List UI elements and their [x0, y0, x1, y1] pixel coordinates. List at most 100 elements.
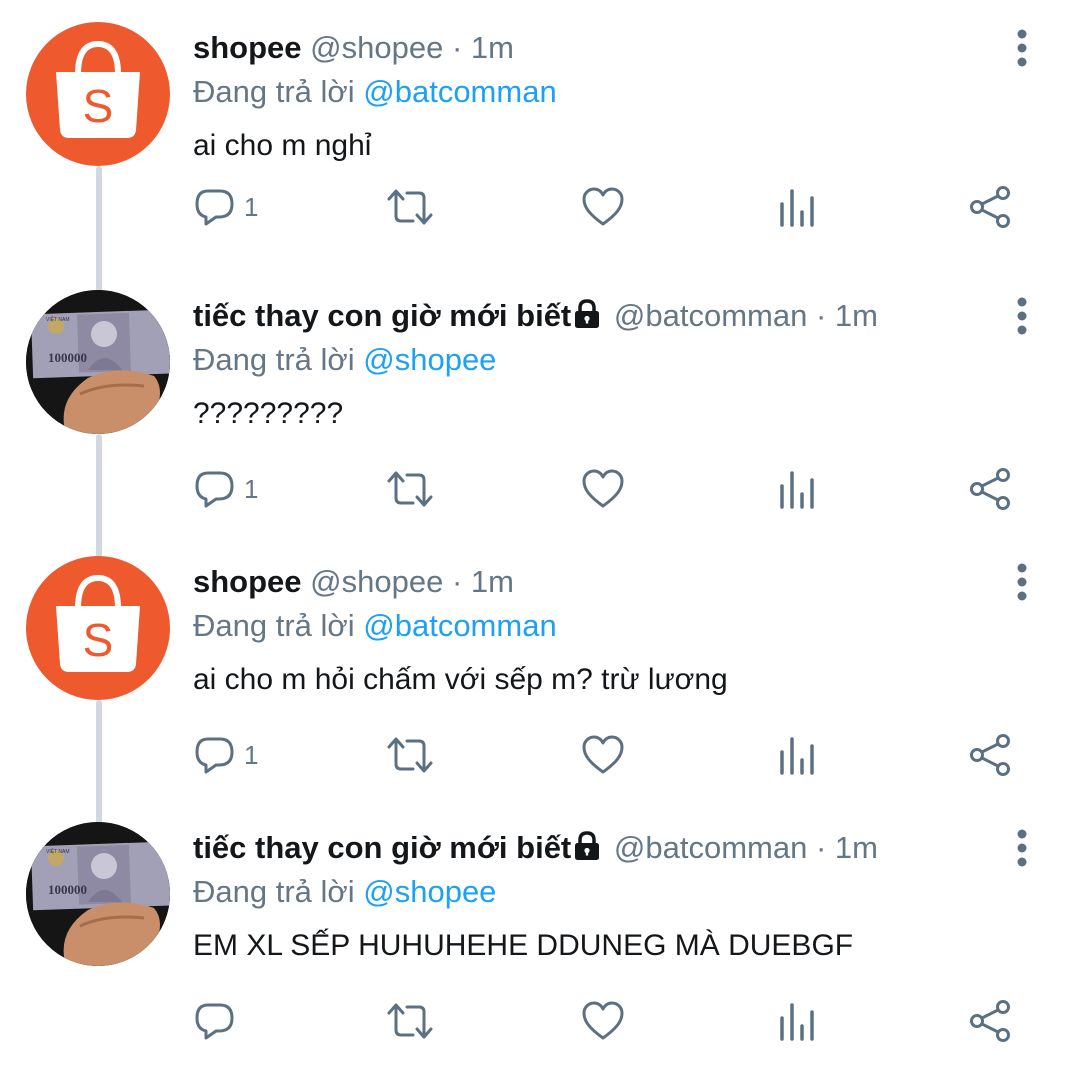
reply-button[interactable]: 1 [194, 182, 258, 232]
banknote-photo-icon: 100000 VIỆT NAM [26, 822, 170, 966]
like-button[interactable] [581, 730, 625, 780]
tweet-text: ai cho m hỏi chấm với sếp m? trừ lương [193, 663, 728, 696]
share-icon [970, 468, 1010, 510]
tweet-header: shopee @shopee · 1m [193, 562, 514, 602]
avatar[interactable]: 100000 VIỆT NAM [26, 290, 170, 434]
tweet-actions: 1 [0, 464, 1080, 514]
avatar[interactable]: 100000 VIỆT NAM [26, 822, 170, 966]
like-button[interactable] [581, 996, 625, 1046]
retweet-icon [387, 1003, 433, 1039]
reply-handle-link[interactable]: @shopee [363, 874, 496, 909]
like-button[interactable] [581, 464, 625, 514]
tweet-text: EM XL SẾP HUHUHEHE DDUNEG MÀ DUEBGF [193, 929, 854, 962]
separator-dot: · [815, 830, 827, 865]
replying-to: Đang trả lời @shopee [193, 872, 496, 912]
avatar[interactable]: S [26, 22, 170, 166]
replying-to-label: Đang trả lời [193, 874, 355, 909]
reply-count: 1 [244, 473, 259, 504]
analytics-button[interactable] [776, 182, 818, 232]
share-icon [970, 1000, 1010, 1042]
user-handle[interactable]: @shopee [310, 564, 443, 599]
reply-count: 1 [244, 739, 259, 770]
share-button[interactable] [969, 182, 1013, 232]
reply-icon [195, 737, 234, 774]
user-handle[interactable]: @batcomman [614, 830, 807, 865]
retweet-icon [387, 737, 433, 773]
tweet-header: tiếc thay con giờ mới biết @batcomman · … [193, 296, 878, 339]
more-icon [1017, 29, 1027, 67]
like-icon [582, 735, 624, 774]
timestamp[interactable]: 1m [471, 564, 514, 599]
tweet[interactable]: S shopee @shopee · 1m Đang trả lời @batc… [0, 534, 1080, 802]
lock-icon [573, 831, 601, 871]
more-button[interactable] [1004, 296, 1040, 336]
reply-icon [195, 189, 234, 226]
user-handle[interactable]: @shopee [310, 30, 443, 65]
share-button[interactable] [969, 996, 1013, 1046]
svg-text:100000: 100000 [48, 882, 87, 897]
shopee-bag-logo-icon: S [56, 574, 140, 672]
svg-text:VIỆT NAM: VIỆT NAM [46, 315, 70, 323]
share-button[interactable] [969, 464, 1013, 514]
replying-to: Đang trả lời @shopee [193, 340, 496, 380]
reply-button[interactable]: 1 [194, 730, 258, 780]
analytics-button[interactable] [776, 996, 818, 1046]
share-icon [970, 734, 1010, 776]
timestamp[interactable]: 1m [835, 830, 878, 865]
reply-icon [195, 1003, 234, 1040]
reply-handle-link[interactable]: @batcomman [363, 74, 556, 109]
tweet-header: shopee @shopee · 1m [193, 28, 514, 68]
retweet-button[interactable] [385, 730, 435, 780]
more-icon [1017, 563, 1027, 601]
replying-to-label: Đang trả lời [193, 74, 355, 109]
svg-text:100000: 100000 [48, 350, 87, 365]
replying-to: Đang trả lời @batcomman [193, 606, 557, 646]
retweet-icon [387, 471, 433, 507]
like-icon [582, 1001, 624, 1040]
retweet-button[interactable] [385, 996, 435, 1046]
retweet-button[interactable] [385, 464, 435, 514]
lock-icon [573, 299, 601, 339]
reply-icon [195, 471, 234, 508]
more-icon [1017, 297, 1027, 335]
replying-to-label: Đang trả lời [193, 342, 355, 377]
tweet[interactable]: S shopee @shopee · 1m Đang trả lời @batc… [0, 0, 1080, 268]
tweet[interactable]: 100000 VIỆT NAM tiếc thay con giờ mới bi… [0, 800, 1080, 1068]
tweet-text: ????????? [193, 397, 344, 430]
timestamp[interactable]: 1m [471, 30, 514, 65]
reply-handle-link[interactable]: @shopee [363, 342, 496, 377]
replying-to: Đang trả lời @batcomman [193, 72, 557, 112]
display-name[interactable]: shopee [193, 564, 302, 599]
shopee-bag-logo-icon: S [56, 40, 140, 138]
like-button[interactable] [581, 182, 625, 232]
analytics-button[interactable] [776, 730, 818, 780]
share-button[interactable] [969, 730, 1013, 780]
tweet-actions [0, 996, 1080, 1046]
tweet[interactable]: 100000 VIỆT NAM tiếc thay con giờ mới bi… [0, 268, 1080, 536]
display-name[interactable]: shopee [193, 30, 302, 65]
reply-button[interactable] [194, 996, 244, 1046]
retweet-button[interactable] [385, 182, 435, 232]
separator-dot: · [451, 564, 463, 599]
tweet-actions: 1 [0, 182, 1080, 232]
analytics-icon [780, 737, 814, 775]
more-icon [1017, 829, 1027, 867]
timestamp[interactable]: 1m [835, 298, 878, 333]
display-name[interactable]: tiếc thay con giờ mới biết [193, 830, 571, 865]
reply-button[interactable]: 1 [194, 464, 258, 514]
analytics-button[interactable] [776, 464, 818, 514]
svg-text:VIỆT NAM: VIỆT NAM [46, 847, 70, 855]
reply-handle-link[interactable]: @batcomman [363, 608, 556, 643]
avatar[interactable]: S [26, 556, 170, 700]
more-button[interactable] [1004, 828, 1040, 868]
tweet-actions: 1 [0, 730, 1080, 780]
user-handle[interactable]: @batcomman [614, 298, 807, 333]
analytics-icon [780, 471, 814, 509]
like-icon [582, 187, 624, 226]
more-button[interactable] [1004, 28, 1040, 68]
replying-to-label: Đang trả lời [193, 608, 355, 643]
reply-count: 1 [244, 191, 259, 222]
more-button[interactable] [1004, 562, 1040, 602]
tweet-header: tiếc thay con giờ mới biết @batcomman · … [193, 828, 878, 871]
display-name[interactable]: tiếc thay con giờ mới biết [193, 298, 571, 333]
